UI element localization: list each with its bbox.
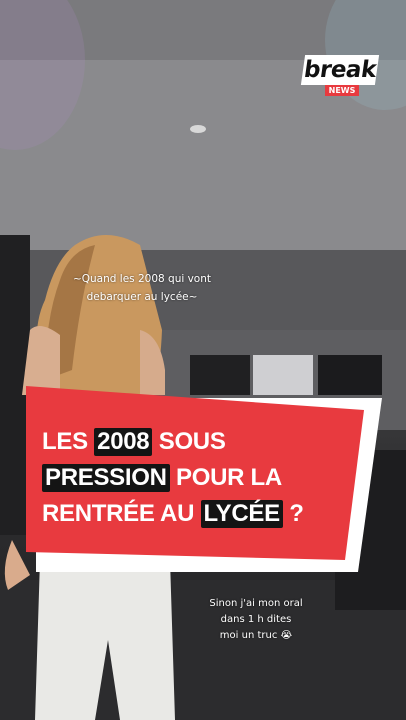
- logo-wordmark: break: [300, 55, 380, 85]
- headline-line-2: PRESSION POUR LA: [42, 460, 372, 496]
- caption-top-line-2: debarquer au lycée~: [86, 291, 198, 303]
- headline-word: ?: [289, 500, 304, 527]
- window: [190, 355, 250, 395]
- caption-bottom: Sinon j'ai mon oral dans 1 h dites moi u…: [196, 596, 316, 644]
- headline: LES 2008 SOUS PRESSION POUR LA RENTRÉE A…: [42, 424, 372, 532]
- headline-word: POUR LA: [176, 464, 282, 491]
- logo-news-tag: NEWS: [325, 85, 359, 96]
- headline-word: LES: [42, 428, 88, 455]
- ceiling-light: [190, 125, 206, 133]
- break-news-logo: break NEWS: [300, 55, 380, 97]
- caption-bottom-line-2: moi un truc 😭: [219, 630, 293, 641]
- headline-word: SOUS: [158, 428, 226, 455]
- headline-highlight: PRESSION: [42, 464, 170, 492]
- headline-highlight: 2008: [94, 428, 153, 456]
- headline-line-3: RENTRÉE AU LYCÉE ?: [42, 496, 372, 532]
- headline-word: RENTRÉE AU: [42, 500, 195, 527]
- headline-highlight: LYCÉE: [200, 500, 283, 528]
- caption-top-line-1: ~Quand les 2008 qui vont: [72, 273, 212, 285]
- video-frame: break NEWS ~Quand les 2008 qui vont deba…: [0, 0, 406, 720]
- caption-top: ~Quand les 2008 qui vont debarquer au ly…: [62, 270, 222, 306]
- caption-bottom-line-1: Sinon j'ai mon oral dans 1 h dites: [209, 598, 303, 625]
- headline-line-1: LES 2008 SOUS: [42, 424, 372, 460]
